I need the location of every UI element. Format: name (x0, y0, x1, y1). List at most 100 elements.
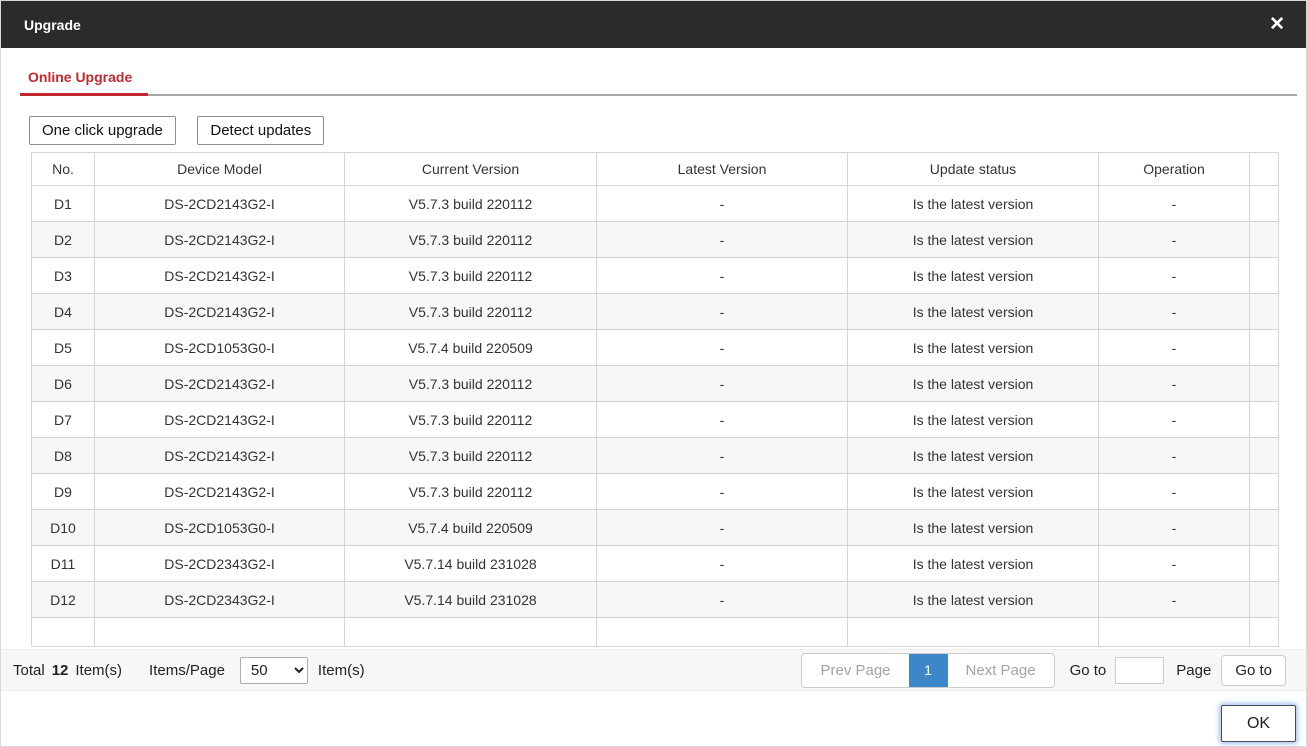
total-count: 12 (52, 662, 69, 679)
table-cell: - (1099, 330, 1250, 366)
table-cell: Is the latest version (848, 510, 1099, 546)
total-summary: Total 12 Item(s) Items/Page 50 Item(s) (13, 657, 372, 684)
empty-cell (1250, 618, 1279, 647)
goto-button[interactable]: Go to (1221, 655, 1286, 686)
table-cell: DS-2CD2143G2-I (95, 258, 345, 294)
device-table: No. Device Model Current Version Latest … (31, 152, 1279, 647)
next-page-button[interactable]: Next Page (948, 654, 1054, 687)
table-cell: D5 (32, 330, 95, 366)
total-items-label: Item(s) (75, 662, 122, 679)
table-cell: DS-2CD2143G2-I (95, 294, 345, 330)
table-cell: - (1099, 510, 1250, 546)
table-row[interactable]: D5DS-2CD1053G0-IV5.7.4 build 220509-Is t… (32, 330, 1279, 366)
table-cell: DS-2CD2343G2-I (95, 582, 345, 618)
table-cell: - (1099, 474, 1250, 510)
table-cell: Is the latest version (848, 186, 1099, 222)
table-cell: Is the latest version (848, 582, 1099, 618)
filler-cell (1250, 582, 1279, 618)
close-icon[interactable]: ✕ (1269, 15, 1285, 34)
filler-cell (1250, 186, 1279, 222)
table-cell: - (1099, 222, 1250, 258)
table-cell: D6 (32, 366, 95, 402)
table-cell: V5.7.14 build 231028 (345, 546, 597, 582)
table-cell: Is the latest version (848, 294, 1099, 330)
table-cell: D3 (32, 258, 95, 294)
table-cell: D1 (32, 186, 95, 222)
dialog-title: Upgrade (24, 17, 81, 33)
one-click-upgrade-button[interactable]: One click upgrade (29, 116, 176, 145)
table-cell: D12 (32, 582, 95, 618)
table-cell: V5.7.3 build 220112 (345, 402, 597, 438)
filler-cell (1250, 546, 1279, 582)
pager-group: Prev Page 1 Next Page (801, 653, 1054, 688)
filler-cell (1250, 510, 1279, 546)
goto-label: Go to (1070, 662, 1107, 679)
column-header-device-model: Device Model (95, 153, 345, 186)
upgrade-dialog: Upgrade ✕ Online Upgrade One click upgra… (0, 0, 1307, 747)
table-row[interactable]: D10DS-2CD1053G0-IV5.7.4 build 220509 -Is … (32, 510, 1279, 546)
table-cell: V5.7.4 build 220509 (345, 330, 597, 366)
goto-page-input[interactable] (1115, 657, 1164, 684)
table-cell: DS-2CD2143G2-I (95, 438, 345, 474)
table-cell: Is the latest version (848, 258, 1099, 294)
table-cell: D8 (32, 438, 95, 474)
table-cell: - (597, 474, 848, 510)
filler-cell (1250, 474, 1279, 510)
toolbar: One click upgrade Detect updates (29, 116, 1306, 145)
table-cell: D2 (32, 222, 95, 258)
table-cell: V5.7.3 build 220112 (345, 366, 597, 402)
table-cell: V5.7.4 build 220509 (345, 510, 597, 546)
table-row[interactable]: D6DS-2CD2143G2-IV5.7.3 build 220112-Is t… (32, 366, 1279, 402)
table-cell: Is the latest version (848, 438, 1099, 474)
page-label: Page (1176, 662, 1211, 679)
detect-updates-button[interactable]: Detect updates (197, 116, 324, 145)
table-cell: - (1099, 294, 1250, 330)
empty-cell (32, 618, 95, 647)
table-row[interactable]: D11DS-2CD2343G2-IV5.7.14 build 231028-Is… (32, 546, 1279, 582)
table-cell: - (1099, 582, 1250, 618)
filler-cell (1250, 330, 1279, 366)
ok-button[interactable]: OK (1221, 705, 1296, 742)
table-cell: V5.7.3 build 220112 (345, 222, 597, 258)
table-cell: - (1099, 258, 1250, 294)
table-cell: - (1099, 186, 1250, 222)
table-cell: - (597, 546, 848, 582)
table-header: No. Device Model Current Version Latest … (32, 153, 1279, 186)
table-row[interactable]: D12DS-2CD2343G2-IV5.7.14 build 231028-Is… (32, 582, 1279, 618)
empty-cell (1099, 618, 1250, 647)
column-header-current-version: Current Version (345, 153, 597, 186)
table-cell: DS-2CD2343G2-I (95, 546, 345, 582)
table-cell: - (1099, 546, 1250, 582)
table-body: D1DS-2CD2143G2-IV5.7.3 build 220112-Is t… (32, 186, 1279, 647)
table-cell: D4 (32, 294, 95, 330)
total-label: Total (13, 662, 45, 679)
table-row[interactable]: D8DS-2CD2143G2-IV5.7.3 build 220112 -Is t… (32, 438, 1279, 474)
table-cell: Is the latest version (848, 222, 1099, 258)
table-cell: DS-2CD1053G0-I (95, 510, 345, 546)
items-suffix-label: Item(s) (318, 662, 365, 679)
tab-online-upgrade[interactable]: Online Upgrade (20, 61, 148, 96)
filler-cell (1250, 366, 1279, 402)
table-cell: - (1099, 402, 1250, 438)
table-cell: Is the latest version (848, 366, 1099, 402)
table-cell: V5.7.3 build 220112 (345, 474, 597, 510)
table-row[interactable]: D4DS-2CD2143G2-IV5.7.3 build 220112-Is t… (32, 294, 1279, 330)
prev-page-button[interactable]: Prev Page (802, 654, 908, 687)
table-cell: D10 (32, 510, 95, 546)
table-cell: - (1099, 438, 1250, 474)
table-row[interactable]: D9DS-2CD2143G2-IV5.7.3 build 220112-Is t… (32, 474, 1279, 510)
current-page-indicator[interactable]: 1 (909, 654, 948, 687)
column-header-operation: Operation (1099, 153, 1250, 186)
items-per-page-select[interactable]: 50 (240, 657, 308, 684)
table-cell: V5.7.3 build 220112 (345, 438, 597, 474)
table-cell: - (597, 402, 848, 438)
items-per-page-label: Items/Page (149, 662, 225, 679)
table-row[interactable]: D2DS-2CD2143G2-IV5.7.3 build 220112-Is t… (32, 222, 1279, 258)
pagination-controls: Prev Page 1 Next Page Go to Page Go to (801, 653, 1286, 688)
table-row[interactable]: D7DS-2CD2143G2-IV5.7.3 build 220112-Is t… (32, 402, 1279, 438)
table-cell: - (597, 366, 848, 402)
table-cell: DS-2CD2143G2-I (95, 474, 345, 510)
table-cell: Is the latest version (848, 474, 1099, 510)
table-row[interactable]: D1DS-2CD2143G2-IV5.7.3 build 220112-Is t… (32, 186, 1279, 222)
table-row[interactable]: D3DS-2CD2143G2-IV5.7.3 build 220112-Is t… (32, 258, 1279, 294)
